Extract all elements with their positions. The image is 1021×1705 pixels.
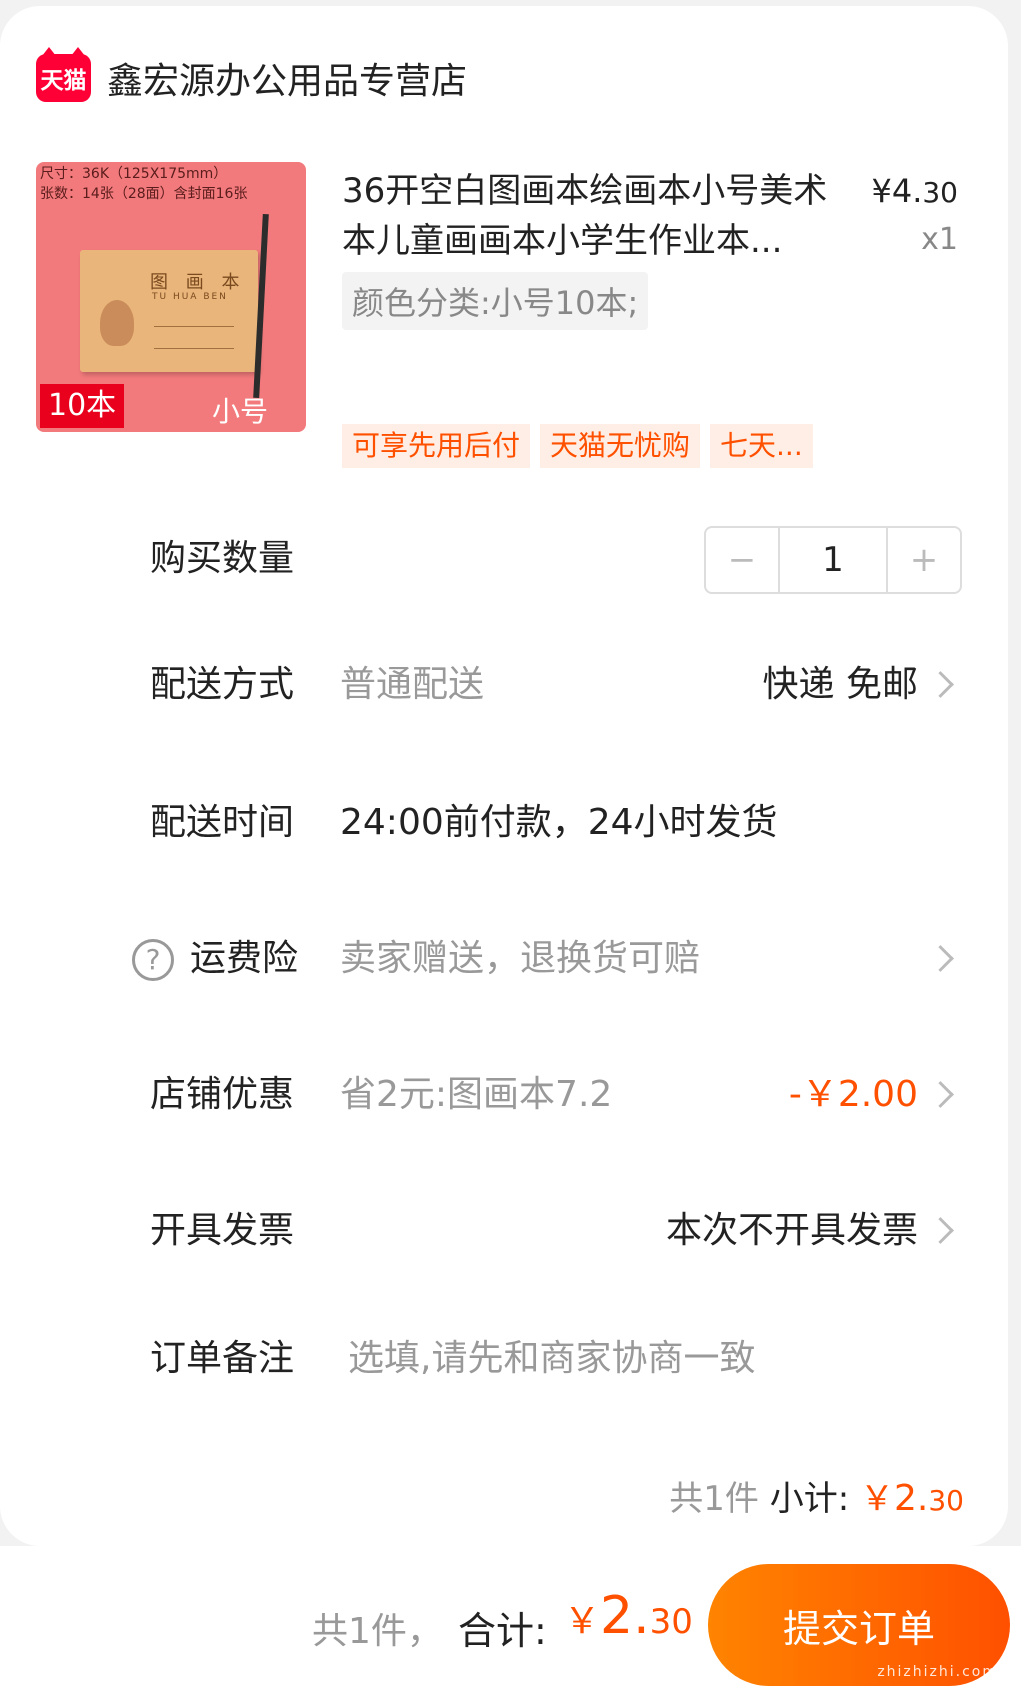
subtotal-count: 共1件 [669, 1479, 759, 1519]
order-note-row: 订单备注 选填,请先和商家协商一致 [0, 1324, 1008, 1394]
product-quantity: x1 [921, 222, 958, 257]
delivery-method-row[interactable]: 配送方式 普通配送 快递 免邮 [0, 650, 1008, 720]
subtotal-price: ￥2.30 [860, 1478, 964, 1519]
price-cents: 30 [922, 176, 958, 209]
service-tag: 可享先用后付 [342, 424, 531, 468]
store-discount-amount: -￥2.00 [788, 1074, 918, 1115]
delivery-time-label: 配送时间 [150, 802, 295, 843]
checkout-footer: 共1件， 合计: ￥2.30 提交订单 zhizhizhi.com [0, 1546, 1021, 1705]
price-main: ¥4. [871, 172, 923, 210]
service-tag: 天猫无忧购 [540, 424, 701, 468]
image-count-label: 10本 [40, 384, 125, 428]
store-name[interactable]: 鑫宏源办公用品专营店 [107, 52, 467, 104]
store-header[interactable]: 天猫 鑫宏源办公用品专营店 [36, 47, 467, 108]
footer-count: 共1件， [312, 1611, 443, 1652]
subtotal-label: 小计: [769, 1479, 850, 1519]
quantity-input[interactable]: 1 [778, 528, 888, 592]
delivery-method-label: 配送方式 [150, 664, 295, 705]
invoice-value: 本次不开具发票 [665, 1210, 918, 1251]
book-subtitle: TU HUA BEN [152, 292, 228, 302]
delivery-time-value: 24:00前付款，24小时发货 [340, 802, 778, 843]
store-discount-value: 省2元:图画本7.2 [340, 1074, 613, 1115]
quantity-label: 购买数量 [150, 538, 295, 579]
product-title[interactable]: 36开空白图画本绘画本小号美术本儿童画画本小学生作业本... [342, 166, 832, 266]
store-discount-row[interactable]: 店铺优惠 省2元:图画本7.2 -￥2.00 [0, 1060, 1008, 1130]
product-image[interactable]: 尺寸：36K（125X175mm） 张数：14张（28面）含封面16张 图 画 … [36, 162, 306, 432]
image-size-label: 小号 [212, 395, 269, 428]
subtotal: 共1件 小计: ￥2.30 [669, 1474, 964, 1526]
minus-button[interactable]: − [706, 528, 778, 592]
store-discount-label: 店铺优惠 [150, 1074, 295, 1115]
delivery-method-right: 快递 免邮 [762, 664, 918, 705]
tmall-badge-text: 天猫 [40, 68, 87, 94]
spec-line-size: 尺寸：36K（125X175mm） [40, 166, 228, 182]
watermark: zhizhizhi.com [877, 1664, 998, 1680]
service-tag: 七天... [710, 424, 813, 468]
submit-order-button[interactable]: 提交订单 zhizhizhi.com [708, 1564, 1010, 1686]
subtotal-amount: 2. [894, 1478, 929, 1519]
girl-illustration-icon [100, 300, 134, 346]
spec-line-pages: 张数：14张（28面）含封面16张 [40, 186, 248, 202]
order-note-input[interactable]: 选填,请先和商家协商一致 [348, 1324, 755, 1394]
footer-total-label: 合计: [458, 1609, 547, 1653]
footer-yen: ￥ [564, 1601, 601, 1642]
plus-button[interactable]: + [888, 528, 960, 592]
tmall-logo-icon: 天猫 [36, 47, 91, 102]
book-title: 图 画 本 [150, 272, 246, 293]
service-tags: 可享先用后付 天猫无忧购 七天... [342, 424, 813, 468]
shipping-insurance-row[interactable]: ? 运费险 卖家赠送，退换货可赔 [0, 924, 1008, 994]
chevron-right-icon [927, 945, 954, 972]
subtotal-yen: ￥ [860, 1479, 894, 1519]
shipping-insurance-value: 卖家赠送，退换货可赔 [340, 938, 701, 979]
chevron-right-icon [927, 671, 954, 698]
quantity-stepper[interactable]: − 1 + [704, 526, 962, 594]
shipping-insurance-label: 运费险 [190, 938, 299, 979]
order-card: 天猫 鑫宏源办公用品专营店 尺寸：36K（125X175mm） 张数：14张（2… [0, 6, 1008, 1546]
footer-cents: 30 [649, 1602, 693, 1642]
chevron-right-icon [927, 1217, 954, 1244]
help-icon[interactable]: ? [132, 939, 174, 981]
product-image-spec: 尺寸：36K（125X175mm） 张数：14张（28面）含封面16张 [40, 164, 247, 204]
delivery-time-row: 配送时间 24:00前付款，24小时发货 [0, 788, 1008, 858]
delivery-method-value: 普通配送 [340, 664, 485, 705]
order-note-label: 订单备注 [150, 1338, 295, 1379]
book-line [154, 326, 234, 327]
subtotal-cents: 30 [928, 1484, 964, 1517]
footer-total: ￥2.30 [564, 1586, 693, 1646]
chevron-right-icon [927, 1081, 954, 1108]
invoice-label: 开具发票 [150, 1210, 295, 1251]
book-illustration: 图 画 本 TU HUA BEN [80, 250, 258, 372]
submit-order-label: 提交订单 [782, 1606, 935, 1651]
invoice-row[interactable]: 开具发票 本次不开具发票 [0, 1196, 1008, 1266]
product-price: ¥4.30 [871, 172, 958, 210]
footer-amount: 2. [600, 1586, 650, 1646]
book-line [154, 348, 234, 349]
product-variant[interactable]: 颜色分类:小号10本; [342, 272, 649, 330]
